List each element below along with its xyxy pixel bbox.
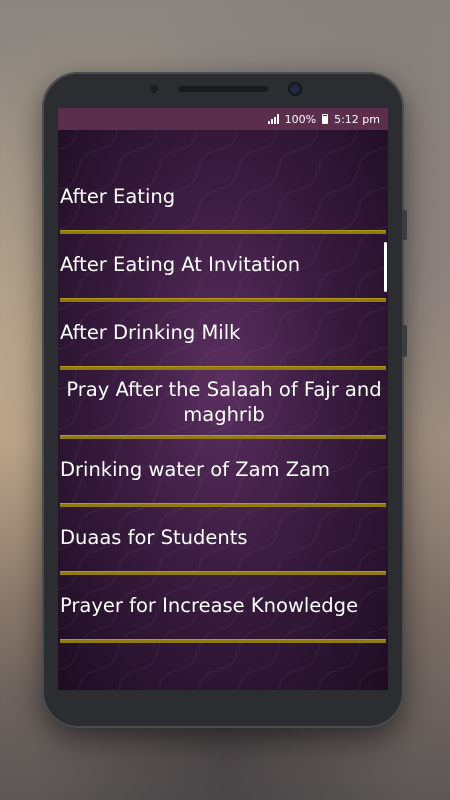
list-item[interactable]: Pray After the Salaah of Fajr and maghri… xyxy=(58,373,388,431)
list-item[interactable]: After Eating xyxy=(58,178,388,214)
list-item-label: Prayer for Increase Knowledge xyxy=(60,593,359,617)
phone-screen: 100% 5:12 pm After Eating After Eating A… xyxy=(58,108,388,690)
list-item-label: After Drinking Milk xyxy=(60,320,241,344)
earpiece-speaker xyxy=(178,86,268,92)
battery-percent: 100% xyxy=(284,112,317,126)
list-divider xyxy=(60,571,386,575)
list-item[interactable]: After Drinking Milk xyxy=(58,314,388,350)
list-item[interactable]: Drinking water of Zam Zam xyxy=(58,451,388,487)
power-button xyxy=(402,325,407,357)
list-divider xyxy=(60,639,386,643)
volume-button xyxy=(402,210,407,240)
phone-frame: 100% 5:12 pm After Eating After Eating A… xyxy=(42,72,407,728)
list-divider xyxy=(60,503,386,507)
signal-icon xyxy=(267,114,279,124)
status-bar: 100% 5:12 pm xyxy=(58,108,388,130)
clock-time: 5:12 pm xyxy=(334,112,380,126)
list-item-label: After Eating At Invitation xyxy=(60,252,301,276)
front-camera xyxy=(290,84,300,94)
list-item[interactable]: Prayer for Increase Knowledge xyxy=(58,587,388,623)
list-divider xyxy=(60,298,386,302)
list-item-label: Pray After the Salaah of Fajr and maghri… xyxy=(66,378,382,426)
scrollbar[interactable] xyxy=(384,242,387,292)
list-divider xyxy=(60,230,386,234)
sensor-dot xyxy=(150,85,158,93)
list-item[interactable]: Duaas for Students xyxy=(58,519,388,555)
list-divider xyxy=(60,366,386,370)
battery-icon xyxy=(322,114,329,124)
duas-list-view[interactable]: After Eating After Eating At Invitation … xyxy=(58,130,388,690)
list-item-label: After Eating xyxy=(60,184,176,208)
list-divider xyxy=(60,435,386,439)
list-item-label: Duaas for Students xyxy=(60,525,248,549)
list-item-label: Drinking water of Zam Zam xyxy=(60,457,331,481)
list-item[interactable]: After Eating At Invitation xyxy=(58,246,388,282)
